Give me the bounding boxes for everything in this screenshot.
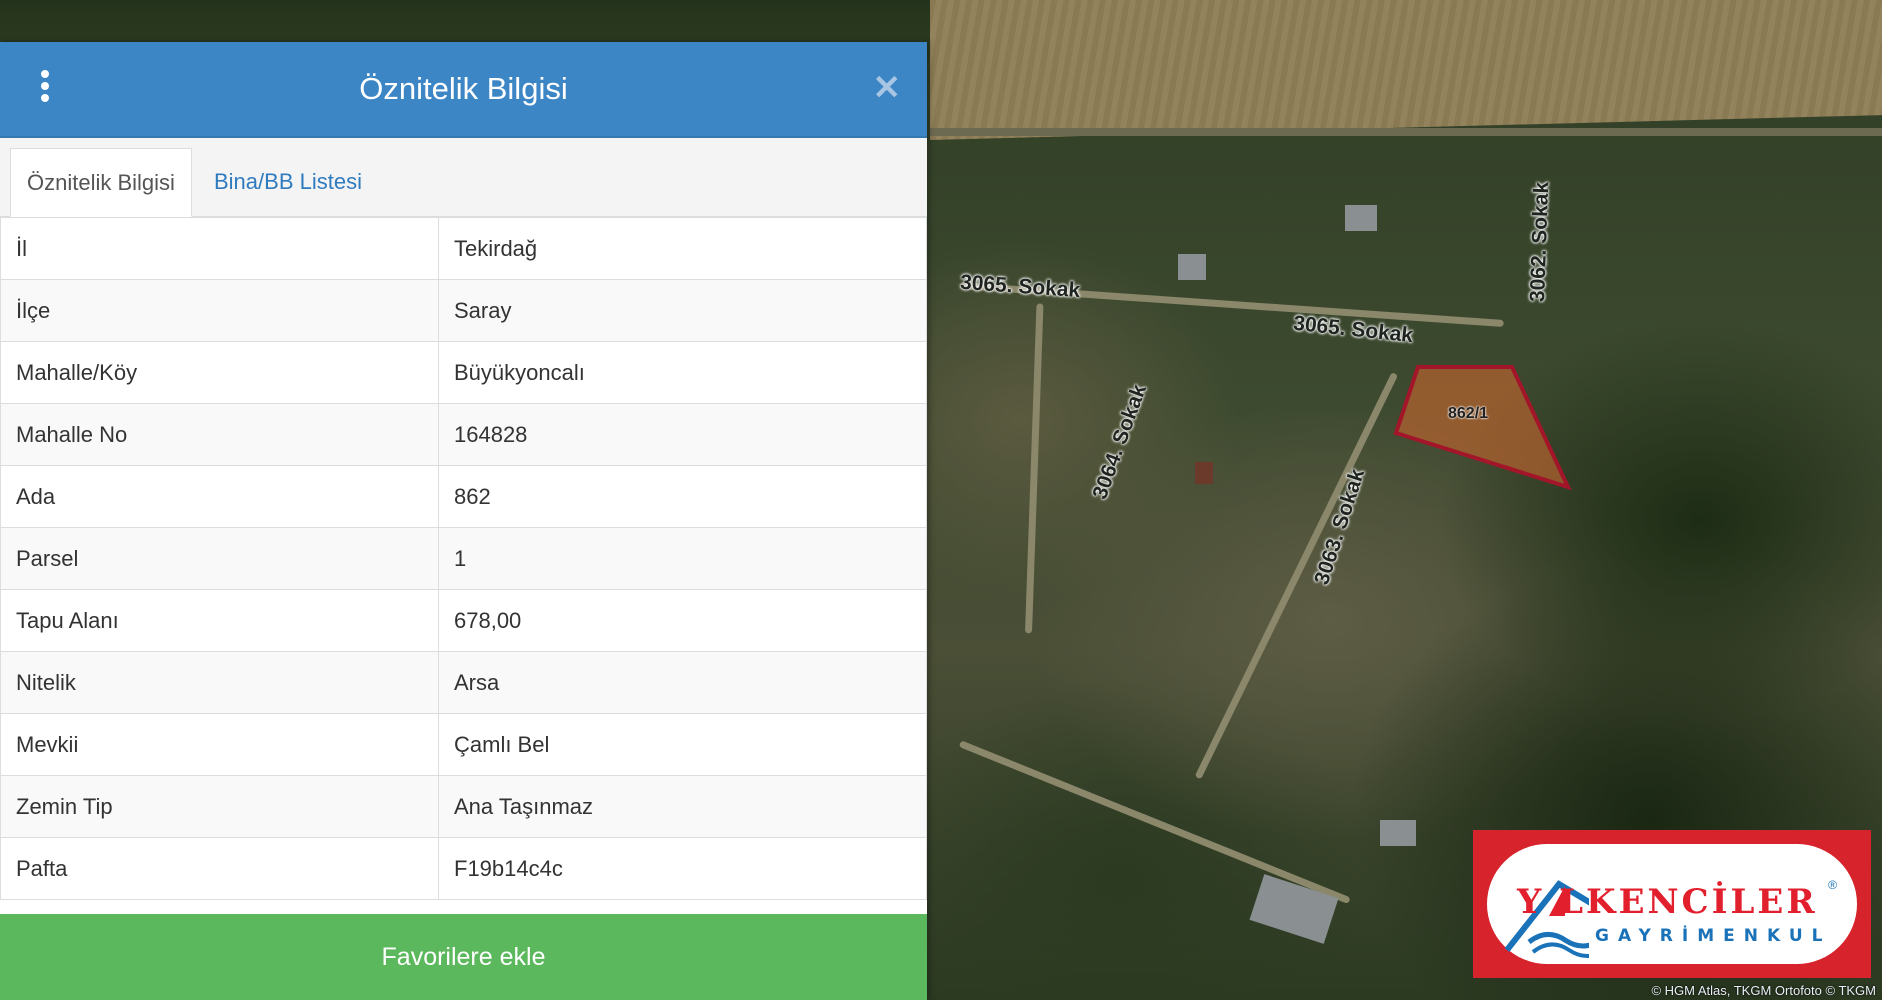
add-to-favorites-button[interactable]: Favorilere ekle <box>0 914 927 1000</box>
building <box>1380 820 1416 846</box>
table-row: Nitelik Arsa <box>0 651 927 714</box>
attribute-value: Tekirdağ <box>438 217 927 280</box>
table-row: İl Tekirdağ <box>0 217 927 280</box>
panel-title: Öznitelik Bilgisi <box>359 71 568 106</box>
panel-header: Öznitelik Bilgisi ✕ <box>0 42 927 138</box>
table-row: Parsel 1 <box>0 527 927 590</box>
parcel-label: 862/1 <box>1448 405 1489 422</box>
field-boundary-road <box>930 128 1882 136</box>
table-row: Pafta F19b14c4c <box>0 837 927 900</box>
street-label: 3065. Sokak <box>959 270 1081 303</box>
street-label: 3062. Sokak <box>1526 181 1554 303</box>
attribute-value: 862 <box>438 465 927 528</box>
attribute-key: Tapu Alanı <box>0 589 439 652</box>
building <box>1345 205 1377 231</box>
table-row: Mevkii Çamlı Bel <box>0 713 927 776</box>
road-3063 <box>1194 371 1399 780</box>
attribute-value: Büyükyoncalı <box>438 341 927 404</box>
tab-bar: Öznitelik Bilgisi Bina/BB Listesi <box>0 138 927 217</box>
road-lower <box>958 740 1351 905</box>
close-icon[interactable]: ✕ <box>873 70 902 106</box>
parcel-polygon[interactable] <box>1380 355 1580 495</box>
attribute-value: 678,00 <box>438 589 927 652</box>
attribute-value: 164828 <box>438 403 927 466</box>
attribute-key: Mahalle/Köy <box>0 341 439 404</box>
registered-mark: ® <box>1828 878 1837 892</box>
attribute-info-panel: Öznitelik Bilgisi ✕ Öznitelik Bilgisi Bi… <box>0 42 927 1000</box>
tab-building-list[interactable]: Bina/BB Listesi <box>198 148 378 216</box>
building <box>1249 874 1339 944</box>
table-row: Tapu Alanı 678,00 <box>0 589 927 652</box>
building <box>1195 462 1213 484</box>
attribute-value: F19b14c4c <box>438 837 927 900</box>
building <box>1178 254 1206 280</box>
attribute-table: İl Tekirdağ İlçe Saray Mahalle/Köy Büyükyonca… <box>0 217 927 900</box>
attribute-value: Ana Taşınmaz <box>438 775 927 838</box>
attribute-value: Saray <box>438 279 927 342</box>
agricultural-field <box>930 0 1882 141</box>
attribute-key: Mahalle No <box>0 403 439 466</box>
street-label: 3064. Sokak <box>1088 381 1152 503</box>
attribute-value: 1 <box>438 527 927 590</box>
attribute-key: İlçe <box>0 279 439 342</box>
table-row: Mahalle/Köy Büyükyoncalı <box>0 341 927 404</box>
tab-attribute-info[interactable]: Öznitelik Bilgisi <box>10 148 192 217</box>
attribute-key: Ada <box>0 465 439 528</box>
table-row: İlçe Saray <box>0 279 927 342</box>
attribute-value: Çamlı Bel <box>438 713 927 776</box>
attribute-key: Parsel <box>0 527 439 590</box>
logo-title: Y LKENCİLER <box>1517 882 1818 922</box>
attribute-key: Pafta <box>0 837 439 900</box>
road-3064 <box>1024 303 1044 634</box>
attribute-key: Zemin Tip <box>0 775 439 838</box>
attribute-value: Arsa <box>438 651 927 714</box>
attribute-key: İl <box>0 217 439 280</box>
attribute-key: Nitelik <box>0 651 439 714</box>
map-attribution[interactable]: © HGM Atlas, TKGM Ortofoto © TKGM <box>1651 983 1876 998</box>
company-logo: Y LKENCİLER GAYRİMENKUL ® <box>1473 830 1871 978</box>
logo-badge: Y LKENCİLER GAYRİMENKUL ® <box>1487 844 1857 964</box>
table-row: Zemin Tip Ana Taşınmaz <box>0 775 927 838</box>
table-row: Mahalle No 164828 <box>0 403 927 466</box>
table-row: Ada 862 <box>0 465 927 528</box>
logo-subtitle: GAYRİMENKUL <box>1595 926 1832 946</box>
attribute-key: Mevkii <box>0 713 439 776</box>
